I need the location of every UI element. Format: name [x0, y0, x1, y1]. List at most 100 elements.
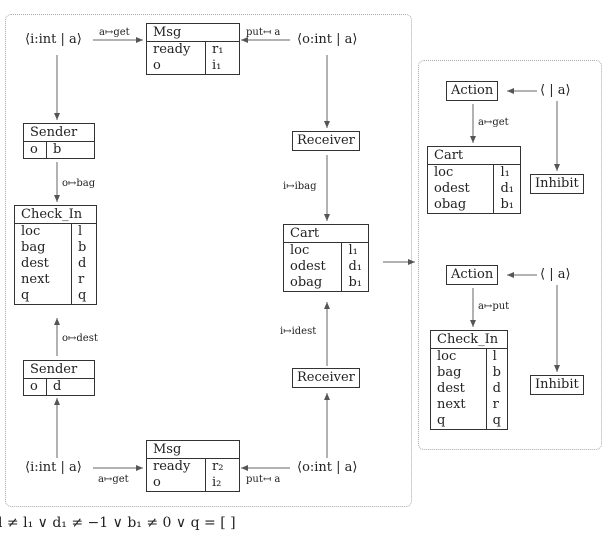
- attribute-value: b₁: [493, 197, 520, 213]
- attribute-value: d: [485, 381, 507, 397]
- port-bottom: ⟨ | a⟩: [540, 267, 571, 282]
- attribute-value: l: [485, 348, 507, 365]
- label-bag: o↦bag: [62, 178, 96, 189]
- attribute-name: bag: [437, 365, 462, 380]
- box-title: Msg: [153, 25, 182, 40]
- attribute-value: r: [71, 272, 96, 288]
- attribute-value: b: [485, 365, 507, 381]
- condition-formula: l ≠ l₁ ∨ d₁ ≠ −1 ∨ b₁ ≠ 0 ∨ q = [ ]: [0, 515, 236, 531]
- attribute-value: l₁: [493, 164, 520, 181]
- attribute-value: r₁: [205, 41, 239, 58]
- attribute-name: dest: [437, 381, 465, 396]
- attribute-value: l₁: [341, 242, 368, 259]
- label-get-bottom: a↦get: [98, 474, 129, 485]
- attribute-name: loc: [434, 165, 454, 180]
- port-top: ⟨ | a⟩: [540, 83, 571, 98]
- attribute-row: obag b₁: [284, 275, 368, 291]
- attribute-value: d: [71, 256, 96, 272]
- attribute-value: r: [485, 397, 507, 413]
- attribute-value: q: [71, 288, 96, 304]
- label-dest: o↦dest: [62, 333, 98, 344]
- attribute-row: odest d₁: [284, 259, 368, 275]
- attribute-row: od: [24, 378, 94, 395]
- attribute-value: d₁: [493, 181, 520, 197]
- box-title: Sender: [30, 362, 78, 377]
- attribute-name: loc: [290, 243, 310, 258]
- attribute-name: o: [30, 142, 38, 157]
- box-title: Msg: [153, 442, 182, 457]
- attribute-row: ready r₁: [147, 41, 239, 58]
- attribute-name: obag: [290, 275, 323, 290]
- attribute-value: b: [46, 141, 94, 158]
- attribute-row: loc l₁: [428, 164, 520, 181]
- label-put-right: a↦put: [478, 301, 510, 312]
- attribute-table: ob: [24, 141, 94, 158]
- attribute-name: loc: [437, 349, 457, 364]
- attribute-value: i₂: [205, 475, 239, 491]
- label-idest: i↦idest: [280, 326, 317, 337]
- label-put-top: put↤ a: [246, 27, 281, 38]
- box-title: Check_In: [21, 207, 83, 222]
- attribute-name: odest: [434, 181, 470, 196]
- attribute-row: loc l₁: [284, 242, 368, 259]
- label-ibag: i↦ibag: [283, 181, 317, 192]
- diagram: ⟨i:int | a⟩ ⟨o:int | a⟩ a↦get put↤ a Msg…: [0, 0, 612, 535]
- attribute-row: obag b₁: [428, 197, 520, 213]
- attribute-value: r₂: [205, 458, 239, 475]
- label-put-bottom: put↤ a: [246, 474, 281, 485]
- attribute-table: ready r₂ o i₂: [147, 458, 239, 491]
- msg-top-box: Msg ready r₁ o i₁: [146, 23, 240, 75]
- attribute-name: ready: [153, 459, 191, 474]
- attribute-row: dest d: [15, 256, 96, 272]
- attribute-row: bag b: [15, 240, 96, 256]
- action-top-box: Action: [446, 81, 499, 101]
- output-port-top: ⟨o:int | a⟩: [297, 32, 358, 47]
- attribute-row: odest d₁: [428, 181, 520, 197]
- msg-bottom-box: Msg ready r₂ o i₂: [146, 440, 240, 492]
- attribute-table: ready r₁ o i₁: [147, 41, 239, 74]
- attribute-row: next r: [431, 397, 507, 413]
- box-title: Check_In: [437, 332, 499, 347]
- attribute-value: d₁: [341, 259, 368, 275]
- inhibit-top-box: Inhibit: [530, 174, 584, 194]
- attribute-name: q: [21, 288, 30, 303]
- attribute-table: loc l₁ odest d₁ obag b₁: [428, 164, 520, 213]
- attribute-value: b₁: [341, 275, 368, 291]
- attribute-table: loc l bag b dest d next r q q: [431, 348, 507, 429]
- box-title: Sender: [30, 125, 78, 140]
- attribute-value: b: [71, 240, 96, 256]
- sender-top-box: Sender o b: [23, 123, 95, 159]
- attribute-name: obag: [434, 197, 467, 212]
- receiver-top-box: Receiver: [292, 131, 360, 151]
- label-get-right: a↦get: [478, 117, 509, 128]
- attribute-value: q: [485, 413, 507, 429]
- cart-box: Cart loc l₁ odest d₁ obag b₁: [283, 224, 369, 292]
- receiver-bottom-box: Receiver: [292, 368, 360, 388]
- attribute-row: qq: [15, 288, 96, 304]
- output-port-bottom: ⟨o:int | a⟩: [297, 460, 358, 475]
- attribute-value: d: [46, 378, 94, 395]
- attribute-name: q: [437, 413, 446, 428]
- attribute-row: ob: [24, 141, 94, 158]
- attribute-row: ready r₂: [147, 458, 239, 475]
- attribute-row: dest d: [431, 381, 507, 397]
- attribute-name: o: [153, 475, 161, 490]
- attribute-name: next: [437, 397, 466, 412]
- right-cart-box: Cart loc l₁ odest d₁ obag b₁: [427, 146, 521, 214]
- attribute-row: next r: [15, 272, 96, 288]
- attribute-name: ready: [153, 42, 191, 57]
- attribute-name: next: [21, 272, 50, 287]
- attribute-row: bag b: [431, 365, 507, 381]
- attribute-name: dest: [21, 256, 49, 271]
- input-port-bottom: ⟨i:int | a⟩: [25, 460, 82, 475]
- right-checkin-box: Check_In loc l bag b dest d next r q q: [430, 330, 508, 430]
- label-get-top: a↦get: [99, 27, 130, 38]
- inhibit-bottom-box: Inhibit: [530, 375, 584, 395]
- attribute-row: o i₂: [147, 475, 239, 491]
- attribute-table: od: [24, 378, 94, 395]
- attribute-row: loc l: [431, 348, 507, 365]
- checkin-box: Check_In loc l bag b dest d next r q q: [14, 205, 97, 305]
- attribute-table: loc l bag b dest d next r q q: [15, 223, 96, 304]
- attribute-name: o: [153, 58, 161, 73]
- box-title: Cart: [290, 226, 320, 241]
